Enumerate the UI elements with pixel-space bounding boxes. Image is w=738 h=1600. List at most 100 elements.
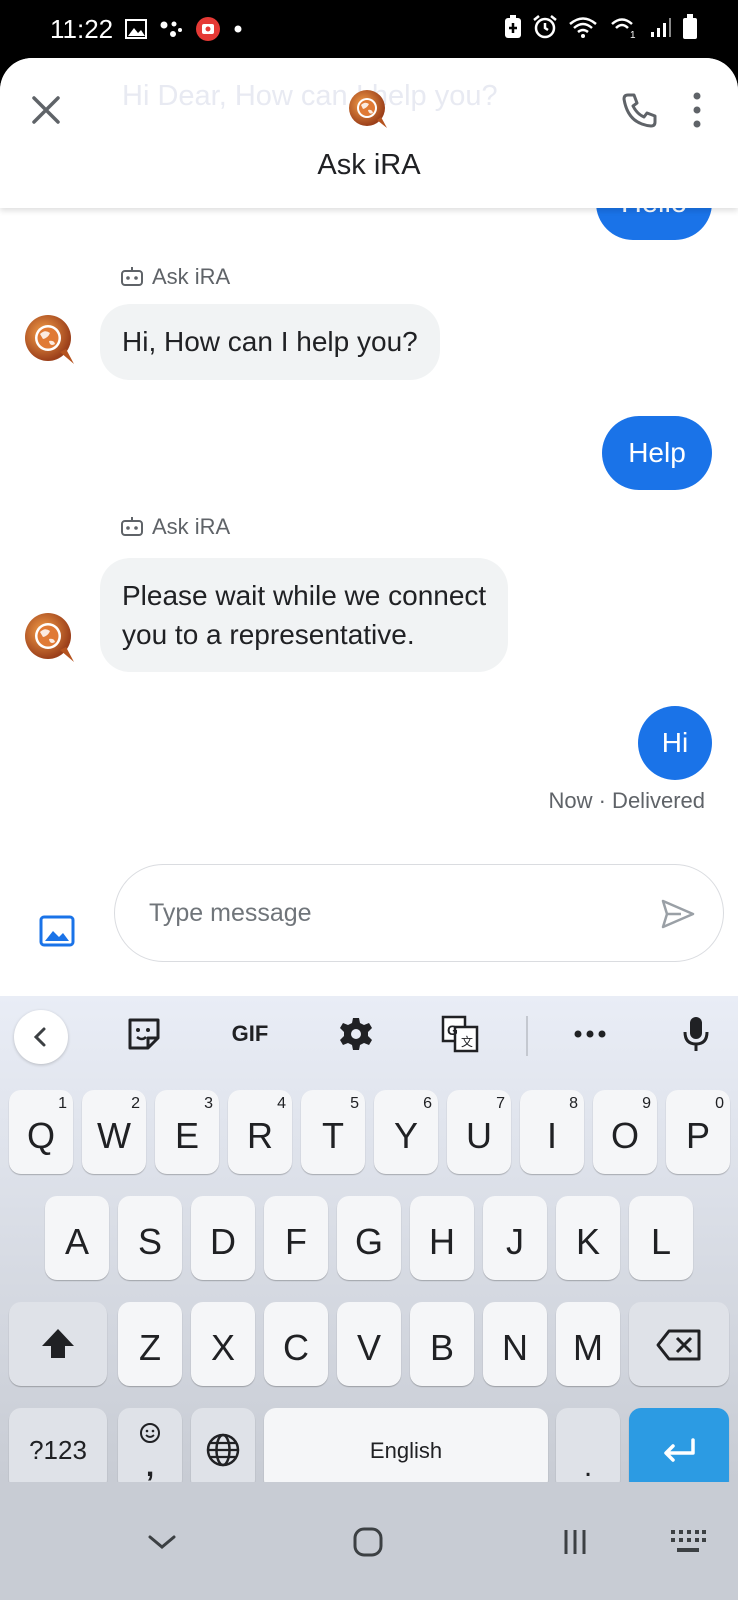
more-tools-button[interactable]	[570, 1014, 610, 1054]
key-k[interactable]: K	[556, 1196, 620, 1280]
period-key[interactable]: .	[556, 1408, 620, 1492]
home-button[interactable]	[350, 1522, 386, 1562]
screen-recorder-icon	[196, 17, 220, 41]
phone-icon[interactable]	[619, 90, 659, 130]
close-icon[interactable]	[24, 88, 68, 132]
key-w[interactable]: 2W	[82, 1090, 146, 1174]
home-icon	[353, 1527, 383, 1557]
message-line: you to a representative.	[122, 619, 415, 650]
key-letter: P	[685, 1115, 710, 1156]
key-v[interactable]: V	[337, 1302, 401, 1386]
key-j[interactable]: J	[483, 1196, 547, 1280]
key-f[interactable]: F	[264, 1196, 328, 1280]
bot-icon	[121, 267, 143, 286]
hide-keyboard-button[interactable]	[140, 1522, 184, 1562]
key-number: 1	[58, 1095, 67, 1112]
key-p[interactable]: 0P	[666, 1090, 730, 1174]
key-x[interactable]: X	[191, 1302, 255, 1386]
soft-keyboard: GIF G文 1Q 2W 3E 4R 5T 6Y 7U 8I 9O 0P A S…	[0, 996, 738, 1492]
enter-key[interactable]	[629, 1408, 729, 1492]
status-bar: 11:22 1	[0, 0, 738, 58]
key-n[interactable]: N	[483, 1302, 547, 1386]
translate-icon: G文	[441, 1015, 479, 1053]
comma-emoji-key[interactable]: ,	[118, 1408, 182, 1492]
key-letter: T	[322, 1115, 344, 1156]
key-q[interactable]: 1Q	[9, 1090, 73, 1174]
assistant-notification-icon	[160, 21, 182, 37]
key-m[interactable]: M	[556, 1302, 620, 1386]
key-letter: O	[610, 1115, 639, 1156]
keyboard-collapse-button[interactable]	[14, 1010, 68, 1064]
key-number: 9	[642, 1095, 651, 1112]
key-o[interactable]: 9O	[593, 1090, 657, 1174]
chat-sheet: Hi Dear, How can I help you? Ask iRA Hel…	[0, 58, 738, 996]
bot-avatar-icon	[25, 613, 74, 662]
sticker-icon	[128, 1018, 160, 1050]
sticker-button[interactable]	[122, 1014, 166, 1054]
key-h[interactable]: H	[410, 1196, 474, 1280]
key-letter: R	[247, 1115, 273, 1156]
message-composer	[114, 864, 724, 962]
chevron-down-icon	[148, 1535, 176, 1549]
more-horizontal-icon	[574, 1030, 606, 1038]
key-b[interactable]: B	[410, 1302, 474, 1386]
space-key[interactable]: English	[264, 1408, 548, 1492]
key-e[interactable]: 3E	[155, 1090, 219, 1174]
chat-title: Ask iRA	[317, 149, 421, 181]
key-number: 6	[423, 1095, 432, 1112]
voice-input-button[interactable]	[676, 1014, 716, 1054]
key-letter: Y	[393, 1115, 418, 1156]
sender-name: Ask iRA	[152, 514, 231, 539]
status-time: 11:22	[50, 14, 114, 44]
message-line: Please wait while we connect	[122, 580, 487, 611]
key-u[interactable]: 7U	[447, 1090, 511, 1174]
key-z[interactable]: Z	[118, 1302, 182, 1386]
shift-key[interactable]	[9, 1302, 107, 1386]
key-c[interactable]: C	[264, 1302, 328, 1386]
recent-apps-button[interactable]	[560, 1522, 590, 1562]
message-bubble-incoming: Please wait while we connect you to a re…	[100, 558, 509, 672]
message-sender: Ask iRA	[120, 264, 230, 290]
gear-icon	[340, 1018, 372, 1050]
message-bubble-outgoing: Help	[602, 416, 712, 490]
key-r[interactable]: 4R	[228, 1090, 292, 1174]
comma-label: ,	[145, 1450, 155, 1483]
backspace-key[interactable]	[629, 1302, 729, 1386]
keyboard-switch-button[interactable]	[668, 1522, 708, 1562]
gif-button[interactable]: GIF	[222, 1014, 278, 1054]
svg-text:G: G	[447, 1022, 458, 1038]
key-letter: I	[546, 1115, 557, 1156]
sender-name: Ask iRA	[152, 264, 231, 289]
message-sender: Ask iRA	[120, 514, 230, 540]
emoji-icon	[140, 1423, 160, 1443]
key-g[interactable]: G	[337, 1196, 401, 1280]
symbols-key[interactable]: ?123	[9, 1408, 107, 1492]
send-icon[interactable]	[659, 895, 697, 933]
key-number: 8	[569, 1095, 578, 1112]
wifi-calling-icon: 1	[611, 18, 636, 39]
language-key[interactable]	[191, 1408, 255, 1492]
key-d[interactable]: D	[191, 1196, 255, 1280]
gallery-notification-icon	[125, 19, 147, 39]
message-input[interactable]	[149, 893, 629, 933]
recent-apps-icon	[564, 1530, 586, 1554]
key-t[interactable]: 5T	[301, 1090, 365, 1174]
message-bubble-outgoing: Hi	[638, 706, 712, 780]
dot-icon	[234, 25, 242, 33]
translate-button[interactable]: G文	[440, 1014, 480, 1054]
key-s[interactable]: S	[118, 1196, 182, 1280]
navigation-bar	[0, 1482, 738, 1600]
image-attach-icon[interactable]	[38, 912, 76, 950]
key-y[interactable]: 6Y	[374, 1090, 438, 1174]
more-options-icon[interactable]	[682, 88, 712, 132]
key-l[interactable]: L	[629, 1196, 693, 1280]
settings-button[interactable]	[336, 1014, 376, 1054]
message-bubble-incoming: Hi, How can I help you?	[100, 304, 440, 380]
bot-avatar-icon	[25, 315, 74, 364]
key-a[interactable]: A	[45, 1196, 109, 1280]
key-i[interactable]: 8I	[520, 1090, 584, 1174]
signal-icon	[651, 18, 671, 37]
svg-text:文: 文	[461, 1034, 473, 1049]
keyboard-toolbar: GIF G文	[0, 996, 738, 1072]
svg-text:1: 1	[630, 30, 636, 39]
